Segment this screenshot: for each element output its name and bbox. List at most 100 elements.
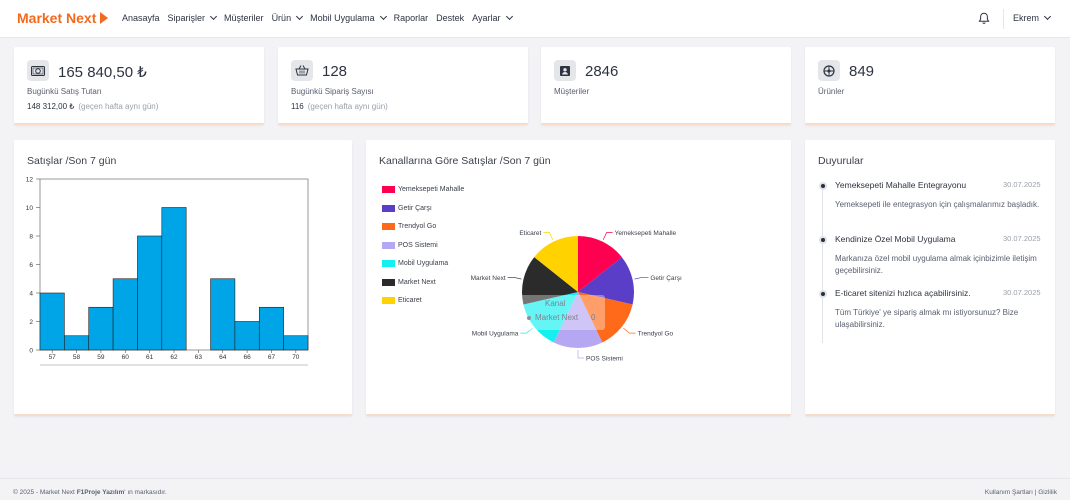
x-tick-label: 57 [49, 354, 57, 361]
y-tick-label: 2 [29, 319, 33, 326]
bar[interactable] [39, 292, 65, 351]
stat-value: 849 [849, 63, 875, 80]
tooltip-item: Market Next [535, 313, 579, 322]
chevron-down-icon [296, 12, 304, 21]
bar[interactable] [64, 335, 90, 351]
announcements-title: Duyurular [818, 155, 864, 167]
user-menu[interactable]: Ekrem [1013, 12, 1052, 23]
stat-card-products: 849 Ürünler [805, 47, 1055, 125]
nav-item-4[interactable]: Mobil Uygulama [310, 12, 387, 23]
main-nav: Anasayfa Siparişler Müşteriler Ürün Mobil Uy… [122, 12, 520, 23]
x-tick-label: 70 [292, 354, 300, 361]
stat-comparison-note: (geçen hafta aynı gün) [307, 102, 388, 111]
stat-value: 2846 [585, 63, 619, 80]
pie-label-line [577, 350, 584, 359]
channels-chart-card: Kanallarına Göre Satışlar /Son 7 gün Yem… [366, 140, 791, 416]
stat-card-customers: 2846 Müşteriler [541, 47, 791, 125]
pie-slice-label: Eticaret [519, 230, 541, 237]
pie-label-line [623, 327, 636, 334]
bar[interactable] [283, 335, 309, 351]
pie-label-line [507, 276, 522, 280]
nav-item-label: Siparişler [167, 13, 206, 23]
announcements-card: Duyurular Yemeksepeti Mahalle Entegrayon… [805, 140, 1055, 416]
announcement-body: Tüm Türkiye' ye sipariş almak mı istiyor… [835, 308, 1019, 329]
nav-item-7[interactable]: Ayarlar [472, 12, 513, 23]
nav-item-6[interactable]: Destek [436, 13, 464, 23]
sales-chart-card: Satışlar /Son 7 gün 0 2 4 6 8 10 12 57 58 59 60 61 6… [14, 140, 352, 416]
announcement-body: Yemeksepeti ile entegrasyon için çalışma… [835, 200, 1040, 209]
brand-arrow-icon [100, 12, 109, 24]
tooltip-value: 0 [591, 313, 596, 322]
pie-label-line [634, 276, 649, 280]
x-tick-label: 58 [73, 354, 81, 361]
stat-comparison-value: 116 [291, 102, 304, 111]
stat-value: 165 840,50 ₺ [58, 64, 147, 81]
footer-company-link[interactable]: F1Proje Yazılım [77, 489, 125, 496]
x-tick-label: 59 [97, 354, 105, 361]
y-tick-label: 0 [29, 348, 33, 355]
stat-label: Müşteriler [554, 87, 590, 96]
stat-card-sales: 165 840,50 ₺ Bugünkü Satış Tutarı 148 31… [14, 47, 264, 125]
pie-label-line [602, 232, 613, 240]
y-tick-label: 4 [29, 291, 33, 298]
x-tick-label: 60 [122, 354, 130, 361]
pie-slice-label: Getir Çarşı [650, 275, 682, 282]
user-name: Ekrem [1013, 13, 1040, 23]
bar[interactable] [161, 207, 187, 351]
chevron-down-icon [210, 12, 218, 21]
x-tick-label: 62 [170, 354, 178, 361]
nav-item-1[interactable]: Siparişler [167, 12, 218, 23]
nav-item-label: Destek [436, 13, 465, 23]
basket-icon [291, 60, 313, 81]
timeline-dot-icon [819, 290, 827, 298]
bar[interactable] [210, 278, 236, 351]
chart-tooltip: Kanal Market Next 0 [519, 295, 605, 330]
y-tick-label: 8 [29, 234, 33, 241]
tooltip-title: Kanal [545, 299, 566, 308]
timeline-line [822, 188, 823, 343]
nav-item-label: Mobil Uygulama [310, 13, 375, 23]
channels-pie-chart: Yemeksepeti Mahalle Getir Çarşı Trendyol G… [471, 230, 682, 363]
products-icon [818, 60, 840, 81]
stat-comparison: 116 (geçen hafta aynı gün) [291, 102, 388, 111]
bell-icon[interactable] [978, 12, 990, 25]
bar[interactable] [234, 321, 260, 351]
x-tick-label: 64 [219, 354, 227, 361]
bar[interactable] [88, 306, 114, 351]
nav-item-2[interactable]: Müşteriler [224, 13, 264, 23]
x-tick-label: 66 [243, 354, 251, 361]
chevron-down-icon [505, 12, 513, 21]
timeline-dot-icon [819, 236, 827, 244]
stat-comparison-note: (geçen hafta aynı gün) [78, 102, 159, 111]
footer: © 2025 - Market Next F1Proje Yazılım' ın… [0, 478, 1070, 500]
announcement-body: Markanıza özel mobil uygulama almak için… [835, 254, 1037, 275]
nav-item-label: Ayarlar [472, 13, 501, 23]
sales-chart-title: Satışlar /Son 7 gün [27, 155, 117, 167]
bar[interactable] [137, 235, 163, 351]
y-tick-label: 10 [26, 205, 34, 212]
contacts-icon [554, 60, 576, 81]
tooltip-marker [527, 315, 531, 320]
bar[interactable] [258, 306, 284, 351]
y-tick-label: 6 [29, 262, 33, 269]
pie-label-line [543, 232, 554, 240]
announcement-date: 30.07.2025 [1003, 180, 1041, 189]
nav-item-5[interactable]: Raporlar [394, 13, 429, 23]
stat-label: Bugünkü Sipariş Sayısı [291, 87, 374, 96]
pie-slice-label: Mobil Uygulama [472, 331, 519, 338]
bar[interactable] [112, 278, 138, 351]
pie-slice-label: Yemeksepeti Mahalle [615, 230, 677, 237]
brand-name: Market Next [17, 10, 97, 26]
x-tick-label: 67 [268, 354, 276, 361]
tooltip-row: Market Next 0 [527, 313, 595, 322]
brand-logo[interactable]: Market Next [17, 10, 109, 26]
nav-item-0[interactable]: Anasayfa [122, 13, 160, 23]
pie-slice-label: POS Sistemi [586, 356, 623, 363]
stat-comparison-value: 148 312,00 ₺ [27, 102, 75, 111]
navbar-divider [1003, 9, 1004, 29]
announcement-date: 30.07.2025 [1003, 234, 1041, 243]
footer-copyright-prefix: © 2025 - Market Next [13, 489, 77, 496]
nav-item-3[interactable]: Ürün [272, 12, 304, 23]
footer-links[interactable]: Kullanım Şartları | Gizlilik [985, 489, 1057, 496]
announcement-title: E-ticaret sitenizi hızlıca açabilirsiniz… [835, 288, 971, 298]
